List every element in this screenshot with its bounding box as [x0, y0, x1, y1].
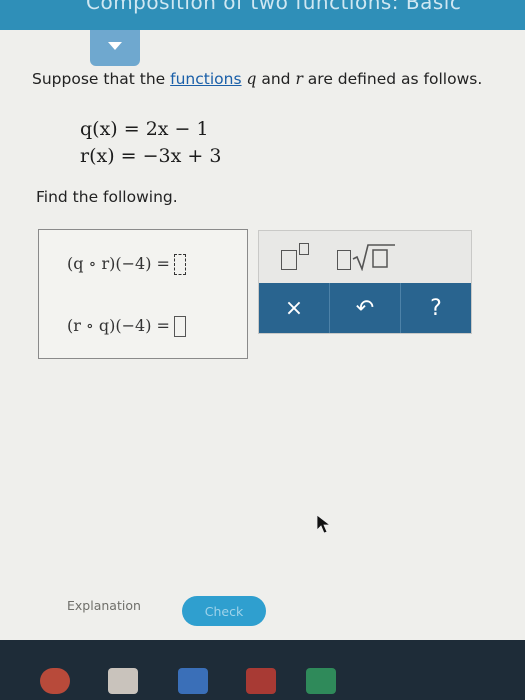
instruction-text: Find the following. [36, 188, 178, 206]
function-definitions: q(x) = 2x − 1 r(x) = −3x + 3 [80, 116, 221, 170]
math-palette: × ↶ ? [258, 230, 472, 334]
answer-box: (q ∘ r)(−4) = (r ∘ q)(−4) = [38, 229, 248, 359]
palette-actions: × ↶ ? [259, 283, 471, 333]
exponent-icon [281, 250, 297, 270]
undo-button[interactable]: ↶ [330, 283, 401, 333]
nth-root-button[interactable] [335, 243, 397, 271]
expression-r-of-q: (r ∘ q)(−4) = [67, 316, 170, 335]
taskbar [0, 640, 525, 700]
answer-input-q-of-r[interactable] [173, 254, 186, 275]
check-button[interactable]: Check [182, 596, 266, 626]
page-title: Composition of two functions: Basic [86, 0, 462, 14]
palette-tools [259, 231, 471, 283]
answer-row-q-of-r: (q ∘ r)(−4) = [67, 254, 186, 275]
chrome-icon[interactable] [40, 668, 70, 694]
expression-q-of-r: (q ∘ r)(−4) = [67, 254, 170, 273]
youtube-icon[interactable] [246, 668, 276, 694]
docs-icon[interactable] [178, 668, 208, 694]
chevron-down-icon [108, 42, 122, 50]
definition-q: q(x) = 2x − 1 [80, 118, 209, 140]
radical-icon [352, 244, 395, 271]
collapse-toggle-button[interactable] [90, 30, 140, 66]
answer-input-r-of-q[interactable] [173, 316, 186, 337]
meet-icon[interactable] [306, 668, 336, 694]
mouse-pointer-icon [316, 514, 332, 534]
help-button[interactable]: ? [401, 283, 471, 333]
definition-r: r(x) = −3x + 3 [80, 145, 222, 167]
exponent-button[interactable] [275, 243, 315, 270]
clear-button[interactable]: × [259, 283, 330, 333]
gmail-icon[interactable] [108, 668, 138, 694]
functions-link[interactable]: functions [170, 70, 241, 88]
answer-row-r-of-q: (r ∘ q)(−4) = [67, 316, 186, 337]
problem-statement: Suppose that the functions q and r are d… [32, 70, 483, 88]
app-header: Composition of two functions: Basic [0, 0, 525, 30]
explanation-button[interactable]: Explanation [67, 598, 141, 613]
